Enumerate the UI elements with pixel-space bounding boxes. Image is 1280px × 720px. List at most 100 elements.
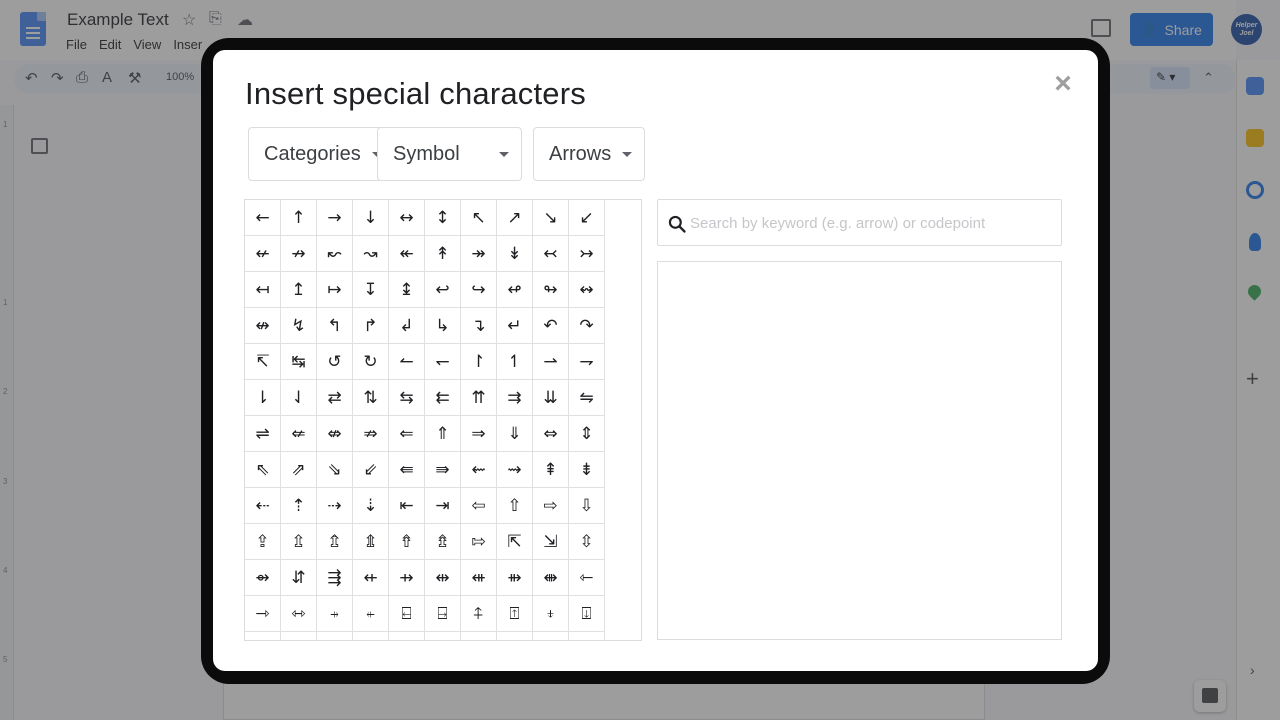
character-cell[interactable]: ⇛ bbox=[425, 452, 461, 488]
symbol-dropdown[interactable]: Symbol bbox=[377, 127, 522, 181]
character-cell[interactable]: ↧ bbox=[353, 272, 389, 308]
character-cell[interactable]: ⇖ bbox=[245, 452, 281, 488]
character-cell[interactable]: ↻ bbox=[353, 344, 389, 380]
character-cell[interactable]: ↙ bbox=[569, 200, 605, 236]
character-cell[interactable]: ⍆ bbox=[317, 596, 353, 632]
character-cell[interactable]: ⇀ bbox=[533, 344, 569, 380]
character-cell[interactable]: ⇂ bbox=[245, 380, 281, 416]
character-cell[interactable]: ⇷ bbox=[353, 560, 389, 596]
character-cell[interactable]: ↲ bbox=[389, 308, 425, 344]
character-cell[interactable]: ⇲ bbox=[533, 524, 569, 560]
character-cell[interactable]: ⇔ bbox=[533, 416, 569, 452]
character-cell[interactable]: ⇻ bbox=[497, 560, 533, 596]
character-cell[interactable]: ↮ bbox=[245, 308, 281, 344]
character-cell[interactable]: ⇰ bbox=[461, 524, 497, 560]
character-cell[interactable]: ⇊ bbox=[533, 380, 569, 416]
character-cell[interactable]: ⍖ bbox=[533, 596, 569, 632]
character-cell[interactable]: ⇕ bbox=[569, 416, 605, 452]
character-cell[interactable]: ⇇ bbox=[425, 380, 461, 416]
character-cell[interactable]: ↱ bbox=[353, 308, 389, 344]
character-cell[interactable]: ⇡ bbox=[281, 488, 317, 524]
character-cell[interactable]: ⇋ bbox=[569, 380, 605, 416]
search-input[interactable] bbox=[690, 210, 1056, 236]
character-cell[interactable]: ↦ bbox=[317, 272, 353, 308]
character-cell[interactable]: ↳ bbox=[425, 308, 461, 344]
character-cell[interactable]: ⇴ bbox=[245, 560, 281, 596]
character-cell[interactable]: ⇝ bbox=[497, 452, 533, 488]
character-cell[interactable] bbox=[425, 632, 461, 640]
character-cell[interactable]: ⇍ bbox=[281, 416, 317, 452]
character-cell[interactable]: ⍗ bbox=[569, 596, 605, 632]
character-cell[interactable]: ⍅ bbox=[353, 596, 389, 632]
character-cell[interactable]: ⇱ bbox=[497, 524, 533, 560]
character-cell[interactable]: ↟ bbox=[425, 236, 461, 272]
character-cell[interactable]: ⇼ bbox=[533, 560, 569, 596]
character-cell[interactable]: ↔ bbox=[389, 200, 425, 236]
character-cell[interactable]: ⇈ bbox=[461, 380, 497, 416]
character-cell[interactable]: ↰ bbox=[317, 308, 353, 344]
character-cell[interactable]: ↢ bbox=[533, 236, 569, 272]
character-cell[interactable]: ⇁ bbox=[569, 344, 605, 380]
character-cell[interactable]: ⇠ bbox=[245, 488, 281, 524]
character-cell[interactable]: ↿ bbox=[497, 344, 533, 380]
character-cell[interactable]: ⇓ bbox=[497, 416, 533, 452]
character-cell[interactable]: ⇶ bbox=[317, 560, 353, 596]
character-cell[interactable]: ⇧ bbox=[497, 488, 533, 524]
character-cell[interactable]: ⇢ bbox=[317, 488, 353, 524]
character-cell[interactable] bbox=[533, 632, 569, 640]
character-cell[interactable]: ⇳ bbox=[569, 524, 605, 560]
character-cell[interactable]: ← bbox=[245, 200, 281, 236]
character-cell[interactable]: ⇏ bbox=[353, 416, 389, 452]
character-cell[interactable]: ⇒ bbox=[461, 416, 497, 452]
character-cell[interactable]: ↖ bbox=[461, 200, 497, 236]
character-cell[interactable]: ⇨ bbox=[533, 488, 569, 524]
character-cell[interactable] bbox=[281, 632, 317, 640]
character-cell[interactable]: ↾ bbox=[461, 344, 497, 380]
character-cell[interactable]: ⇎ bbox=[317, 416, 353, 452]
character-cell[interactable]: ↺ bbox=[317, 344, 353, 380]
character-cell[interactable]: ↕ bbox=[425, 200, 461, 236]
character-cell[interactable]: ↛ bbox=[281, 236, 317, 272]
character-cell[interactable] bbox=[497, 632, 533, 640]
character-cell[interactable]: ⇤ bbox=[389, 488, 425, 524]
character-cell[interactable]: ⇅ bbox=[353, 380, 389, 416]
character-cell[interactable]: ⇮ bbox=[389, 524, 425, 560]
character-cell[interactable]: ↹ bbox=[281, 344, 317, 380]
character-cell[interactable]: ↣ bbox=[569, 236, 605, 272]
character-cell[interactable]: ⇃ bbox=[281, 380, 317, 416]
character-cell[interactable]: ⇦ bbox=[461, 488, 497, 524]
character-cell[interactable]: ↸ bbox=[245, 344, 281, 380]
character-cell[interactable] bbox=[245, 632, 281, 640]
character-cell[interactable]: ⇪ bbox=[245, 524, 281, 560]
character-cell[interactable]: ↑ bbox=[281, 200, 317, 236]
character-cell[interactable]: ⇯ bbox=[425, 524, 461, 560]
character-grid[interactable]: ← ↑ → ↓ ↔ ↕ ↖ ↗ ↘ ↙ ↚ ↛ ↜ ↝ ↞ ↟ ↠ ↡ ↢ ↣ ↤ ↥ ↦ ↧ ↨ ↩ ↪ ↫ ↬ ↭ ↮ ↯ ↰ ↱ ↲ ↳ ↴ ↵ ↶ ↷… bbox=[244, 199, 642, 641]
character-cell[interactable]: ⇞ bbox=[533, 452, 569, 488]
character-cell[interactable]: ⇸ bbox=[389, 560, 425, 596]
character-cell[interactable]: ↷ bbox=[569, 308, 605, 344]
character-cell[interactable] bbox=[389, 632, 425, 640]
character-cell[interactable] bbox=[353, 632, 389, 640]
character-cell[interactable]: ↶ bbox=[533, 308, 569, 344]
search-box[interactable] bbox=[657, 199, 1062, 246]
character-cell[interactable]: ⇑ bbox=[425, 416, 461, 452]
character-cell[interactable]: ↞ bbox=[389, 236, 425, 272]
character-cell[interactable] bbox=[317, 632, 353, 640]
character-cell[interactable]: ↚ bbox=[245, 236, 281, 272]
character-cell[interactable]: ↭ bbox=[569, 272, 605, 308]
character-cell[interactable]: ⇌ bbox=[245, 416, 281, 452]
character-cell[interactable]: ⇟ bbox=[569, 452, 605, 488]
character-cell[interactable]: ⇆ bbox=[389, 380, 425, 416]
character-cell[interactable]: ⇾ bbox=[245, 596, 281, 632]
character-cell[interactable]: ⇚ bbox=[389, 452, 425, 488]
character-cell[interactable]: ⇭ bbox=[353, 524, 389, 560]
character-cell[interactable]: ↯ bbox=[281, 308, 317, 344]
character-cell[interactable]: ↴ bbox=[461, 308, 497, 344]
character-cell[interactable]: ⇵ bbox=[281, 560, 317, 596]
character-cell[interactable]: ⍇ bbox=[389, 596, 425, 632]
character-cell[interactable]: ⍐ bbox=[497, 596, 533, 632]
character-cell[interactable]: ⇄ bbox=[317, 380, 353, 416]
character-cell[interactable] bbox=[569, 632, 605, 640]
character-cell[interactable]: ↨ bbox=[389, 272, 425, 308]
arrows-dropdown[interactable]: Arrows bbox=[533, 127, 645, 181]
